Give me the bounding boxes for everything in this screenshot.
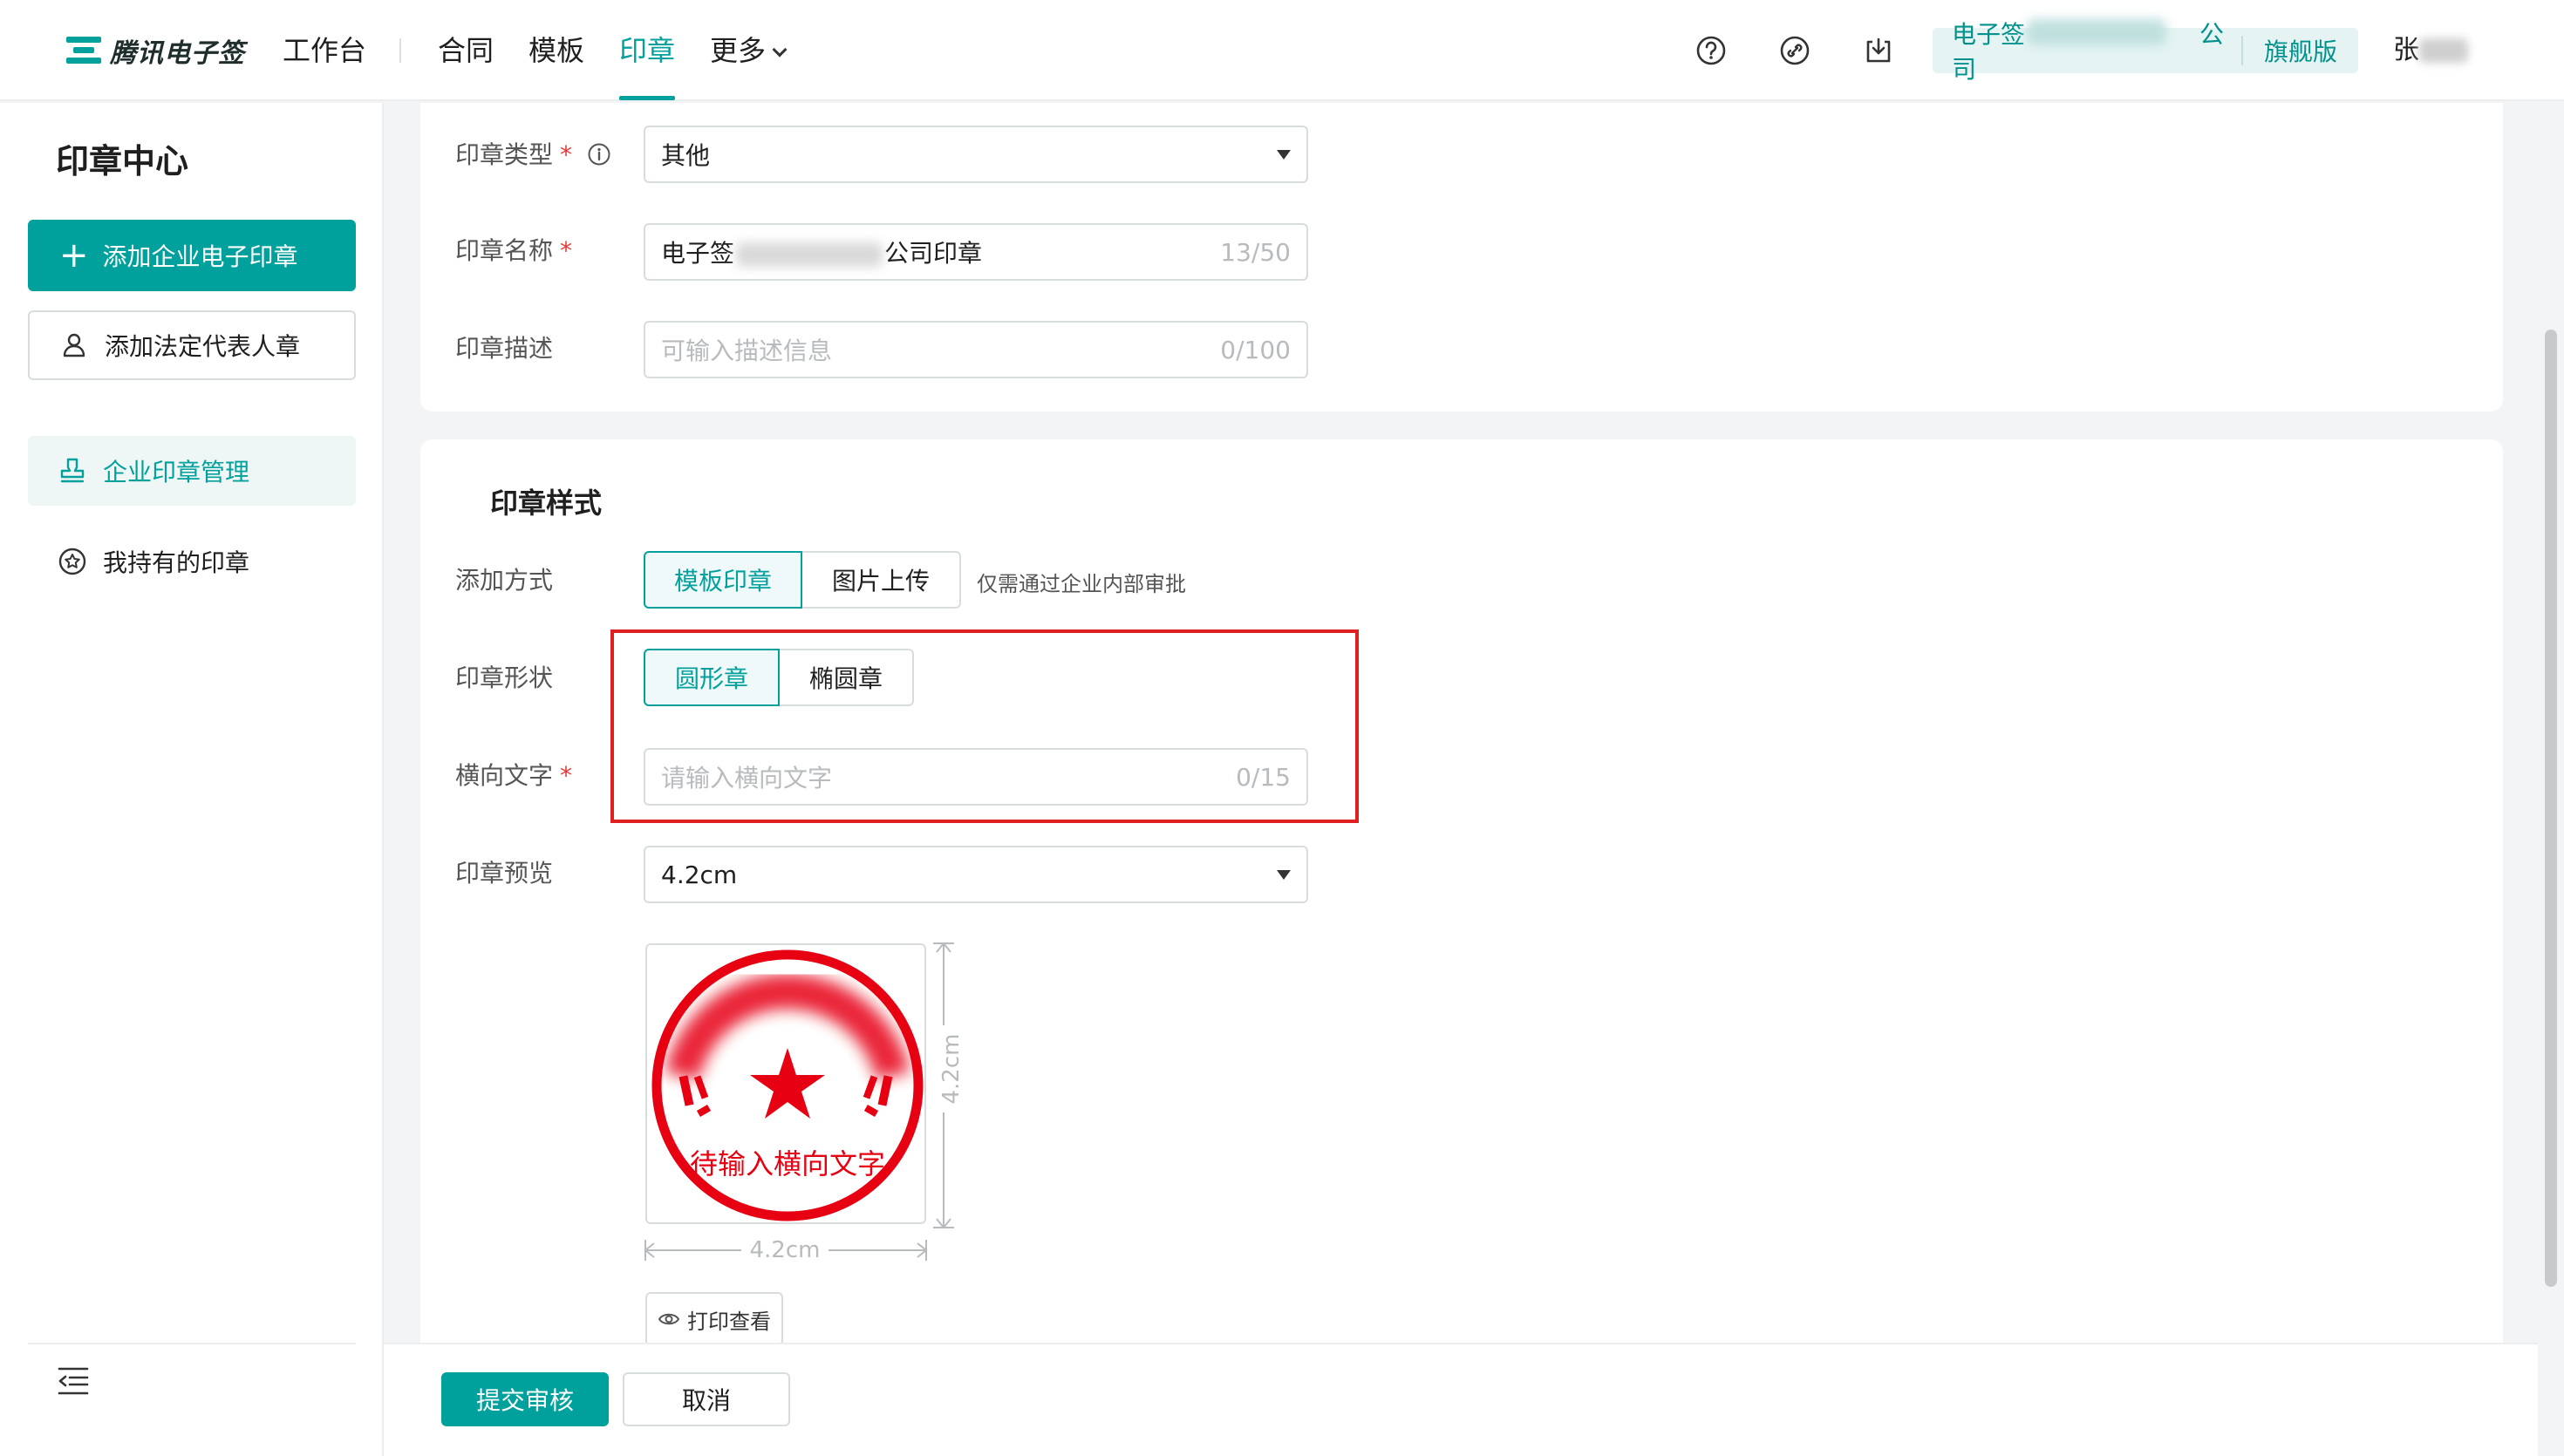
seal-name-suffix: 公司印章 xyxy=(884,239,983,268)
nav-more[interactable]: 更多 xyxy=(710,26,788,75)
scrollbar-thumb[interactable] xyxy=(2545,330,2557,1287)
nav-contract[interactable]: 合同 xyxy=(438,26,494,75)
seal-name-value: 电子签 公司印章 xyxy=(661,235,1220,269)
add-legal-seal-label: 添加法定代表人章 xyxy=(105,332,301,361)
seal-type-select[interactable]: 其他 xyxy=(644,126,1308,183)
brand-logo[interactable]: 腾讯电子签 xyxy=(66,30,245,71)
company-switcher[interactable]: 电子签 公司 旗舰版 xyxy=(1933,19,2358,84)
seal-size-select[interactable]: 4.2cm xyxy=(644,846,1308,903)
horizontal-text-label-text: 横向文字 xyxy=(455,761,554,790)
seal-star-icon xyxy=(58,548,86,575)
user-menu[interactable]: 张 xyxy=(2393,30,2468,71)
required-mark: * xyxy=(560,140,573,169)
nav-more-label: 更多 xyxy=(710,34,767,67)
brand-name: 腾讯电子签 xyxy=(110,38,245,69)
submit-review-button[interactable]: 提交审核 xyxy=(441,1372,609,1426)
horizontal-text-label: 横向文字 * xyxy=(455,759,572,793)
image-upload-option[interactable]: 图片上传 xyxy=(802,551,961,609)
required-mark: * xyxy=(560,236,573,265)
company-name: 电子签 公司 xyxy=(1933,16,2241,85)
seal-size-value: 4.2cm xyxy=(661,860,738,889)
print-preview-label: 打印查看 xyxy=(687,1309,771,1334)
sidebar-divider xyxy=(28,1343,356,1344)
seal-name-label: 印章名称 * xyxy=(455,234,572,269)
nav-active-indicator xyxy=(619,96,675,100)
link-icon[interactable] xyxy=(1779,35,1810,66)
seal-type-label: 印章类型 * xyxy=(455,138,611,173)
collapse-sidebar-icon[interactable] xyxy=(56,1364,91,1398)
download-icon[interactable] xyxy=(1863,35,1894,66)
eye-icon xyxy=(658,1313,680,1325)
print-preview-button[interactable]: 打印查看 xyxy=(645,1292,783,1346)
top-navigation-bar: 腾讯电子签 工作台 合同 模板 印章 更多 电子签 公司 旗舰版 张 xyxy=(0,0,2564,101)
add-method-label: 添加方式 xyxy=(455,566,554,595)
annotation-highlight-box xyxy=(610,629,1359,823)
help-icon[interactable] xyxy=(1695,35,1727,66)
seal-shape-label: 印章形状 xyxy=(455,663,554,692)
caret-down-icon xyxy=(1277,869,1291,880)
sidebar: 印章中心 + 添加企业电子印章 添加法定代表人章 企业印章管理 我持有的印章 xyxy=(0,103,382,1456)
nav-workbench[interactable]: 工作台 xyxy=(283,26,366,75)
logo-icon xyxy=(66,35,101,66)
template-seal-option[interactable]: 模板印章 xyxy=(644,551,802,609)
info-icon[interactable] xyxy=(587,142,611,167)
sidebar-item-label: 我持有的印章 xyxy=(103,548,250,577)
seal-type-value: 其他 xyxy=(661,141,711,170)
seal-name-prefix: 电子签 xyxy=(661,239,735,268)
add-legal-representative-seal-button[interactable]: 添加法定代表人章 xyxy=(28,310,356,380)
seal-dimension-lines xyxy=(644,942,954,1261)
seal-desc-placeholder: 可输入描述信息 xyxy=(661,337,833,365)
sidebar-item-label: 企业印章管理 xyxy=(103,458,250,486)
sidebar-item-enterprise-seal-management[interactable]: 企业印章管理 xyxy=(28,436,356,506)
required-mark: * xyxy=(560,761,573,790)
redacted-company-name xyxy=(736,242,883,267)
section-title: 印章样式 xyxy=(490,486,603,520)
edition-badge: 旗舰版 xyxy=(2264,37,2338,66)
seal-desc-label: 印章描述 xyxy=(455,334,554,363)
seal-desc-input[interactable]: 可输入描述信息 0/100 xyxy=(644,321,1308,378)
seal-name-input[interactable]: 电子签 公司印章 13/50 xyxy=(644,223,1308,281)
redacted-user-name xyxy=(2419,38,2468,63)
caret-down-icon xyxy=(1277,149,1291,160)
seal-height-label: 4.2cm xyxy=(937,1025,966,1112)
cancel-button[interactable]: 取消 xyxy=(623,1372,790,1426)
sidebar-item-my-seals[interactable]: 我持有的印章 xyxy=(28,527,356,596)
add-method-hint: 仅需通过企业内部审批 xyxy=(977,572,1186,596)
add-enterprise-seal-label: 添加企业电子印章 xyxy=(102,242,298,271)
chevron-down-icon xyxy=(772,42,788,58)
seal-desc-char-count: 0/100 xyxy=(1220,335,1291,364)
nav-template[interactable]: 模板 xyxy=(528,26,584,75)
user-name: 张 xyxy=(2393,35,2419,65)
seal-type-label-text: 印章类型 xyxy=(455,140,554,169)
add-enterprise-seal-button[interactable]: + 添加企业电子印章 xyxy=(28,220,356,291)
sidebar-title: 印章中心 xyxy=(56,142,189,180)
stamp-icon xyxy=(60,458,85,483)
plus-icon: + xyxy=(59,235,89,276)
seal-preview-label: 印章预览 xyxy=(455,859,554,888)
nav-seal[interactable]: 印章 xyxy=(619,26,675,75)
nav-divider xyxy=(399,38,401,63)
seal-width-label: 4.2cm xyxy=(741,1236,829,1264)
seal-name-label-text: 印章名称 xyxy=(455,236,554,265)
company-name-prefix: 电子签 xyxy=(1952,20,2026,49)
redacted-company-name xyxy=(2027,19,2166,45)
person-icon xyxy=(63,333,85,357)
seal-name-char-count: 13/50 xyxy=(1220,237,1291,267)
add-method-segmented: 模板印章 图片上传 xyxy=(644,551,961,609)
